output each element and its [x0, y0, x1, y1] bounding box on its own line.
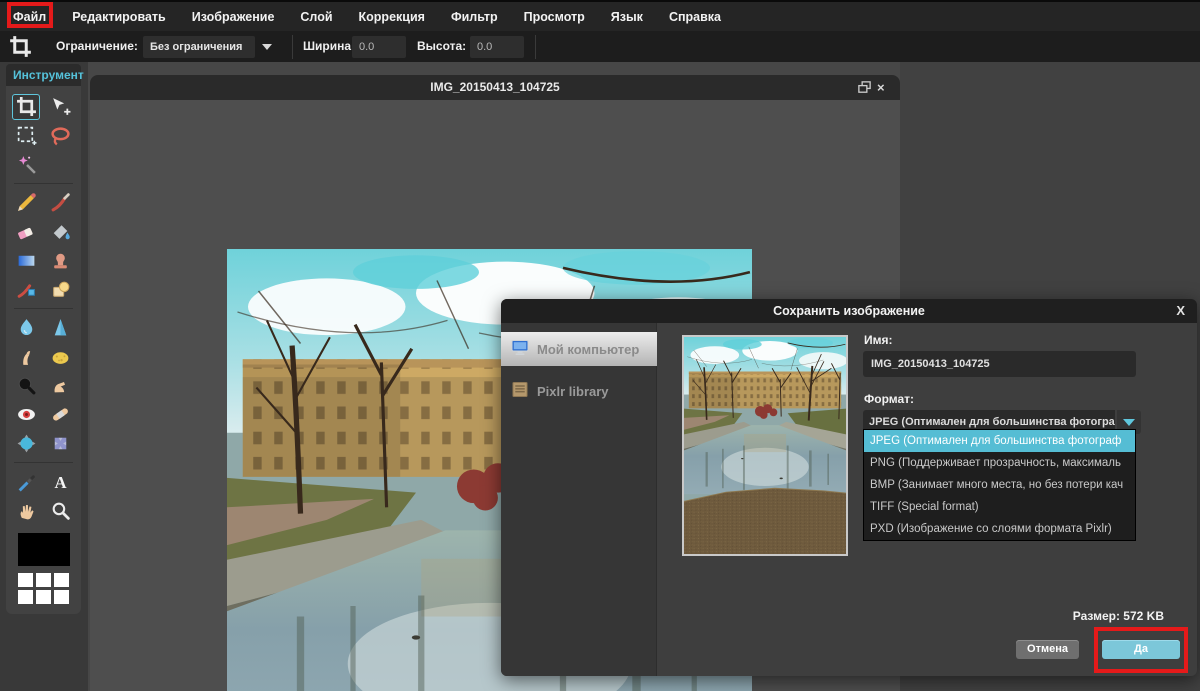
tool-pencil-icon[interactable] [12, 190, 40, 216]
tool-lasso-icon[interactable] [47, 123, 75, 149]
constraint-dropdown[interactable]: Без ограничения [143, 35, 255, 58]
tool-zoom-icon[interactable] [47, 498, 75, 524]
tool-fill-icon[interactable] [47, 219, 75, 245]
tool-move-icon[interactable] [47, 94, 75, 120]
close-window-icon[interactable]: × [877, 80, 892, 95]
menu-item-edit[interactable]: Редактировать [72, 10, 165, 24]
tool-wand-icon[interactable] [12, 152, 40, 178]
height-label: Высота: [417, 39, 467, 53]
menu-item-adjustment[interactable]: Коррекция [359, 10, 425, 24]
filename-input[interactable] [863, 351, 1136, 377]
tool-bloat-icon[interactable] [12, 431, 40, 457]
tool-panel-divider [14, 462, 73, 463]
color-swatch[interactable] [17, 573, 33, 587]
name-label: Имя: [864, 333, 893, 347]
tool-brush-icon[interactable] [47, 190, 75, 216]
image-preview-thumbnail [682, 335, 848, 556]
format-option-pxd[interactable]: PXD (Изображение со слоями формата Pixlr… [864, 518, 1135, 540]
tool-eraser-icon[interactable] [12, 219, 40, 245]
restore-window-icon[interactable] [857, 80, 872, 95]
tool-panel: A [6, 86, 81, 614]
dialog-title: Сохранить изображение [773, 304, 925, 318]
tool-type-icon[interactable]: A [47, 469, 75, 495]
tool-stamp-icon[interactable] [47, 248, 75, 274]
menu-item-view[interactable]: Просмотр [524, 10, 585, 24]
save-image-dialog: Сохранить изображение X Мой компьютер Pix… [501, 299, 1197, 676]
color-swatch[interactable] [35, 590, 51, 604]
color-swatch[interactable] [53, 573, 69, 587]
height-input[interactable]: 0.0 [470, 35, 524, 58]
color-swatch[interactable] [35, 573, 51, 587]
tool-options-bar: Ограничение: Без ограничения Ширина: 0.0… [0, 31, 1200, 62]
tool-heal-icon[interactable] [47, 402, 75, 428]
document-title: IMG_20150413_104725 [430, 80, 560, 94]
tool-color-replace-icon[interactable] [12, 277, 40, 303]
tool-marquee-icon[interactable] [12, 123, 40, 149]
tool-panel-divider [14, 308, 73, 309]
format-option-bmp[interactable]: BMP (Занимает много места, но без потери… [864, 474, 1135, 496]
destination-tabs: Мой компьютер Pixlr library [501, 323, 657, 676]
tab-my-computer[interactable]: Мой компьютер [501, 332, 657, 366]
tab-label: Pixlr library [537, 383, 609, 399]
tool-smudge-icon[interactable] [12, 344, 40, 370]
menu-item-file[interactable]: Файл [13, 10, 46, 24]
menu-item-layer[interactable]: Слой [300, 10, 332, 24]
tool-gradient-icon[interactable] [12, 248, 40, 274]
tool-sharpen-icon[interactable] [47, 315, 75, 341]
format-option-tiff[interactable]: TIFF (Special format) [864, 496, 1135, 518]
format-option-jpeg[interactable]: JPEG (Оптимален для большинства фотограф [864, 430, 1135, 452]
menu-item-help[interactable]: Справка [669, 10, 721, 24]
menu-item-filter[interactable]: Фильтр [451, 10, 498, 24]
document-titlebar[interactable]: IMG_20150413_104725 × [90, 75, 900, 100]
format-label: Формат: [864, 392, 915, 406]
library-icon [511, 381, 529, 401]
constraint-label: Ограничение: [56, 39, 138, 53]
width-input[interactable]: 0.0 [352, 35, 406, 58]
format-options-list: JPEG (Оптимален для большинства фотограф… [863, 429, 1136, 541]
tool-sponge-icon[interactable] [47, 344, 75, 370]
tool-burn-icon[interactable] [47, 373, 75, 399]
file-size-label: Размер: 572 KB [1072, 609, 1164, 623]
width-label: Ширина: [303, 39, 356, 53]
menu-bar: Файл Редактировать Изображение Слой Коррекци… [0, 0, 1200, 31]
format-option-png[interactable]: PNG (Поддерживает прозрачность, максимал… [864, 452, 1135, 474]
tool-blur-icon[interactable] [12, 315, 40, 341]
tool-pinch-icon[interactable] [47, 431, 75, 457]
constraint-dropdown-arrow-icon[interactable] [262, 44, 272, 50]
menu-item-language[interactable]: Язык [611, 10, 643, 24]
tool-red-eye-icon[interactable] [12, 402, 40, 428]
color-swatch-grid [17, 573, 70, 604]
color-swatch[interactable] [53, 590, 69, 604]
color-swatch[interactable] [17, 590, 33, 604]
tool-clone-icon[interactable] [47, 277, 75, 303]
tool-crop-icon[interactable] [12, 93, 41, 120]
crop-icon [9, 35, 32, 63]
cancel-button[interactable]: Отмена [1016, 640, 1079, 659]
tool-hand-icon[interactable] [12, 498, 40, 524]
tool-eyedropper-icon[interactable] [12, 469, 40, 495]
tool-panel-divider [14, 183, 73, 184]
dialog-titlebar[interactable]: Сохранить изображение [501, 299, 1197, 323]
monitor-icon [511, 339, 529, 359]
dialog-close-icon[interactable]: X [1176, 299, 1185, 323]
foreground-color-swatch[interactable] [17, 533, 70, 566]
tool-dodge-icon[interactable] [12, 373, 40, 399]
tool-empty-cell [47, 152, 75, 178]
menu-item-image[interactable]: Изображение [192, 10, 275, 24]
tab-pixlr-library[interactable]: Pixlr library [501, 374, 657, 408]
ok-button[interactable]: Да [1102, 640, 1180, 659]
svg-text:A: A [55, 473, 67, 492]
tool-panel-title: Инструмент [6, 64, 84, 86]
tab-label: Мой компьютер [537, 341, 640, 357]
